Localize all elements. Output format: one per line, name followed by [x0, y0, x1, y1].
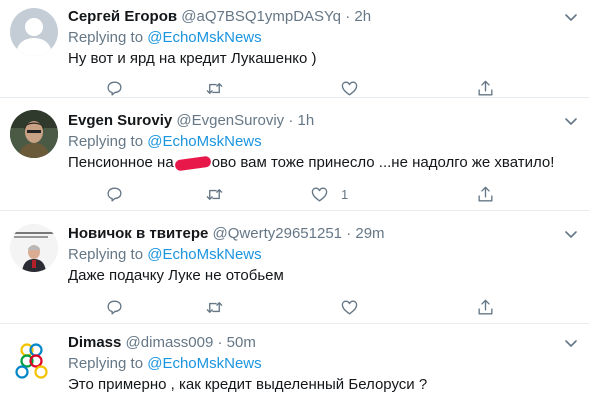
user-name[interactable]: Сергей Егоров [68, 8, 177, 25]
retweet-icon [206, 82, 223, 94]
reply-button[interactable] [105, 297, 124, 317]
tweet[interactable]: Сергей Егоров @aQ7BSQ1ympDASYq · 2h Repl… [0, 0, 589, 97]
redaction-mark [174, 155, 212, 171]
separator-dot: · [346, 225, 352, 242]
user-handle[interactable]: @dimass009 [126, 334, 214, 351]
replying-to-label: Replying to [68, 29, 144, 46]
user-handle[interactable]: @aQ7BSQ1ympDASYq [181, 8, 341, 25]
tweet[interactable]: Dimass @dimass009 · 50m Replying to @Ech… [0, 324, 589, 400]
share-icon [478, 299, 493, 315]
replying-to-label: Replying to [68, 355, 144, 372]
tweet[interactable]: Evgen Suroviy @EvgenSuroviy · 1h Replyin… [0, 98, 589, 210]
mention-link[interactable]: @EchoMskNews [147, 246, 261, 263]
chevron-down-icon[interactable] [563, 335, 579, 351]
like-button[interactable] [340, 297, 359, 317]
tweet-header: Сергей Егоров @aQ7BSQ1ympDASYq · 2h [68, 7, 371, 27]
chevron-down-icon[interactable] [563, 9, 579, 25]
avatar[interactable] [10, 224, 58, 272]
tweet-text: Ну вот и ярд на кредит Лукашенко ) [68, 50, 317, 67]
timestamp[interactable]: 2h [354, 8, 371, 25]
reply-button[interactable] [105, 78, 124, 98]
reply-icon [107, 299, 122, 315]
reply-icon [107, 186, 122, 202]
separator-dot: · [288, 112, 294, 129]
default-avatar-icon [16, 18, 52, 56]
retweet-icon [206, 188, 223, 200]
avatar[interactable] [10, 8, 58, 56]
replying-to: Replying to @EchoMskNews [68, 245, 262, 265]
user-name[interactable]: Новичок в твитере [68, 225, 208, 242]
share-icon [478, 186, 493, 202]
chevron-down-icon[interactable] [563, 113, 579, 129]
retweet-button[interactable] [205, 78, 224, 98]
olympic-rings-icon [15, 343, 48, 379]
tweet-text: Это примерно , как кредит выделенный Бел… [68, 376, 428, 393]
tweet-text: Пенсионное на ово вам тоже принесло ...не… [68, 153, 554, 173]
replying-to: Replying to @EchoMskNews [68, 28, 262, 48]
replying-to-label: Replying to [68, 133, 144, 150]
share-icon [478, 80, 493, 96]
timestamp[interactable]: 1h [298, 112, 315, 129]
user-name[interactable]: Dimass [68, 334, 121, 351]
heart-icon [341, 299, 358, 315]
like-button[interactable]: 1 [310, 184, 348, 204]
tweet-actions [0, 297, 589, 317]
timestamp[interactable]: 29m [355, 225, 384, 242]
separator-dot: · [345, 8, 351, 25]
heart-icon [311, 186, 328, 202]
share-button[interactable] [476, 78, 495, 98]
mention-link[interactable]: @EchoMskNews [147, 355, 261, 372]
tweet-text-part: Пенсионное на [68, 154, 174, 171]
tweet-header: Dimass @dimass009 · 50m [68, 333, 256, 353]
reply-icon [107, 80, 122, 96]
avatar[interactable] [10, 110, 58, 158]
tweet-header: Новичок в твитере @Qwerty29651251 · 29m [68, 224, 385, 244]
user-handle[interactable]: @Qwerty29651251 [213, 225, 342, 242]
retweet-button[interactable] [205, 297, 224, 317]
tweet-actions [0, 78, 589, 98]
like-button[interactable] [340, 78, 359, 98]
user-photo-icon [10, 224, 58, 272]
tweet-actions: 1 [0, 184, 589, 204]
heart-icon [341, 80, 358, 96]
user-name[interactable]: Evgen Suroviy [68, 112, 172, 129]
reply-button[interactable] [105, 184, 124, 204]
user-photo-icon [10, 110, 58, 158]
tweet-header: Evgen Suroviy @EvgenSuroviy · 1h [68, 111, 314, 131]
tweet-text: Даже подачку Луке не отобьем [68, 267, 284, 284]
replying-to: Replying to @EchoMskNews [68, 354, 262, 374]
avatar[interactable] [10, 336, 58, 384]
share-button[interactable] [476, 184, 495, 204]
replying-to-label: Replying to [68, 246, 144, 263]
timestamp[interactable]: 50m [227, 334, 256, 351]
retweet-button[interactable] [205, 184, 224, 204]
replying-to: Replying to @EchoMskNews [68, 132, 262, 152]
chevron-down-icon[interactable] [563, 226, 579, 242]
user-handle[interactable]: @EvgenSuroviy [176, 112, 284, 129]
mention-link[interactable]: @EchoMskNews [147, 29, 261, 46]
tweet[interactable]: Новичок в твитере @Qwerty29651251 · 29m … [0, 211, 589, 323]
tweet-text-part: ово вам тоже принесло ...не надолго же х… [211, 154, 555, 171]
mention-link[interactable]: @EchoMskNews [147, 133, 261, 150]
share-button[interactable] [476, 297, 495, 317]
retweet-icon [206, 301, 223, 313]
like-count: 1 [341, 186, 349, 202]
separator-dot: · [217, 334, 223, 351]
